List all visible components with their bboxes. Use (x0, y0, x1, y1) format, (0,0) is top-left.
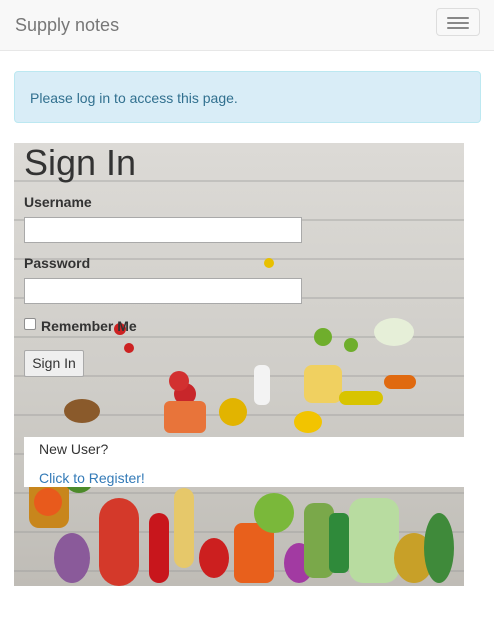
navbar: Supply notes (0, 0, 494, 51)
login-panel: Sign In Username Password Remember Me Si… (14, 143, 464, 586)
login-required-alert: Please log in to access this page. (14, 71, 481, 123)
remember-me-label[interactable]: Remember Me (41, 317, 137, 335)
navbar-brand[interactable]: Supply notes (15, 14, 119, 36)
password-input[interactable] (24, 278, 302, 304)
username-input[interactable] (24, 217, 302, 243)
alert-message: Please log in to access this page. (30, 90, 238, 106)
sign-in-button[interactable]: Sign In (24, 350, 84, 377)
new-user-text: New User? (39, 441, 109, 457)
remember-me-checkbox[interactable] (24, 318, 36, 330)
navbar-toggle-button[interactable] (436, 8, 480, 36)
page-title: Sign In (24, 143, 137, 183)
register-link[interactable]: Click to Register! (39, 469, 145, 487)
register-section: New User? Click to Register! (24, 437, 464, 487)
username-label: Username (24, 194, 92, 210)
password-label: Password (24, 255, 91, 271)
